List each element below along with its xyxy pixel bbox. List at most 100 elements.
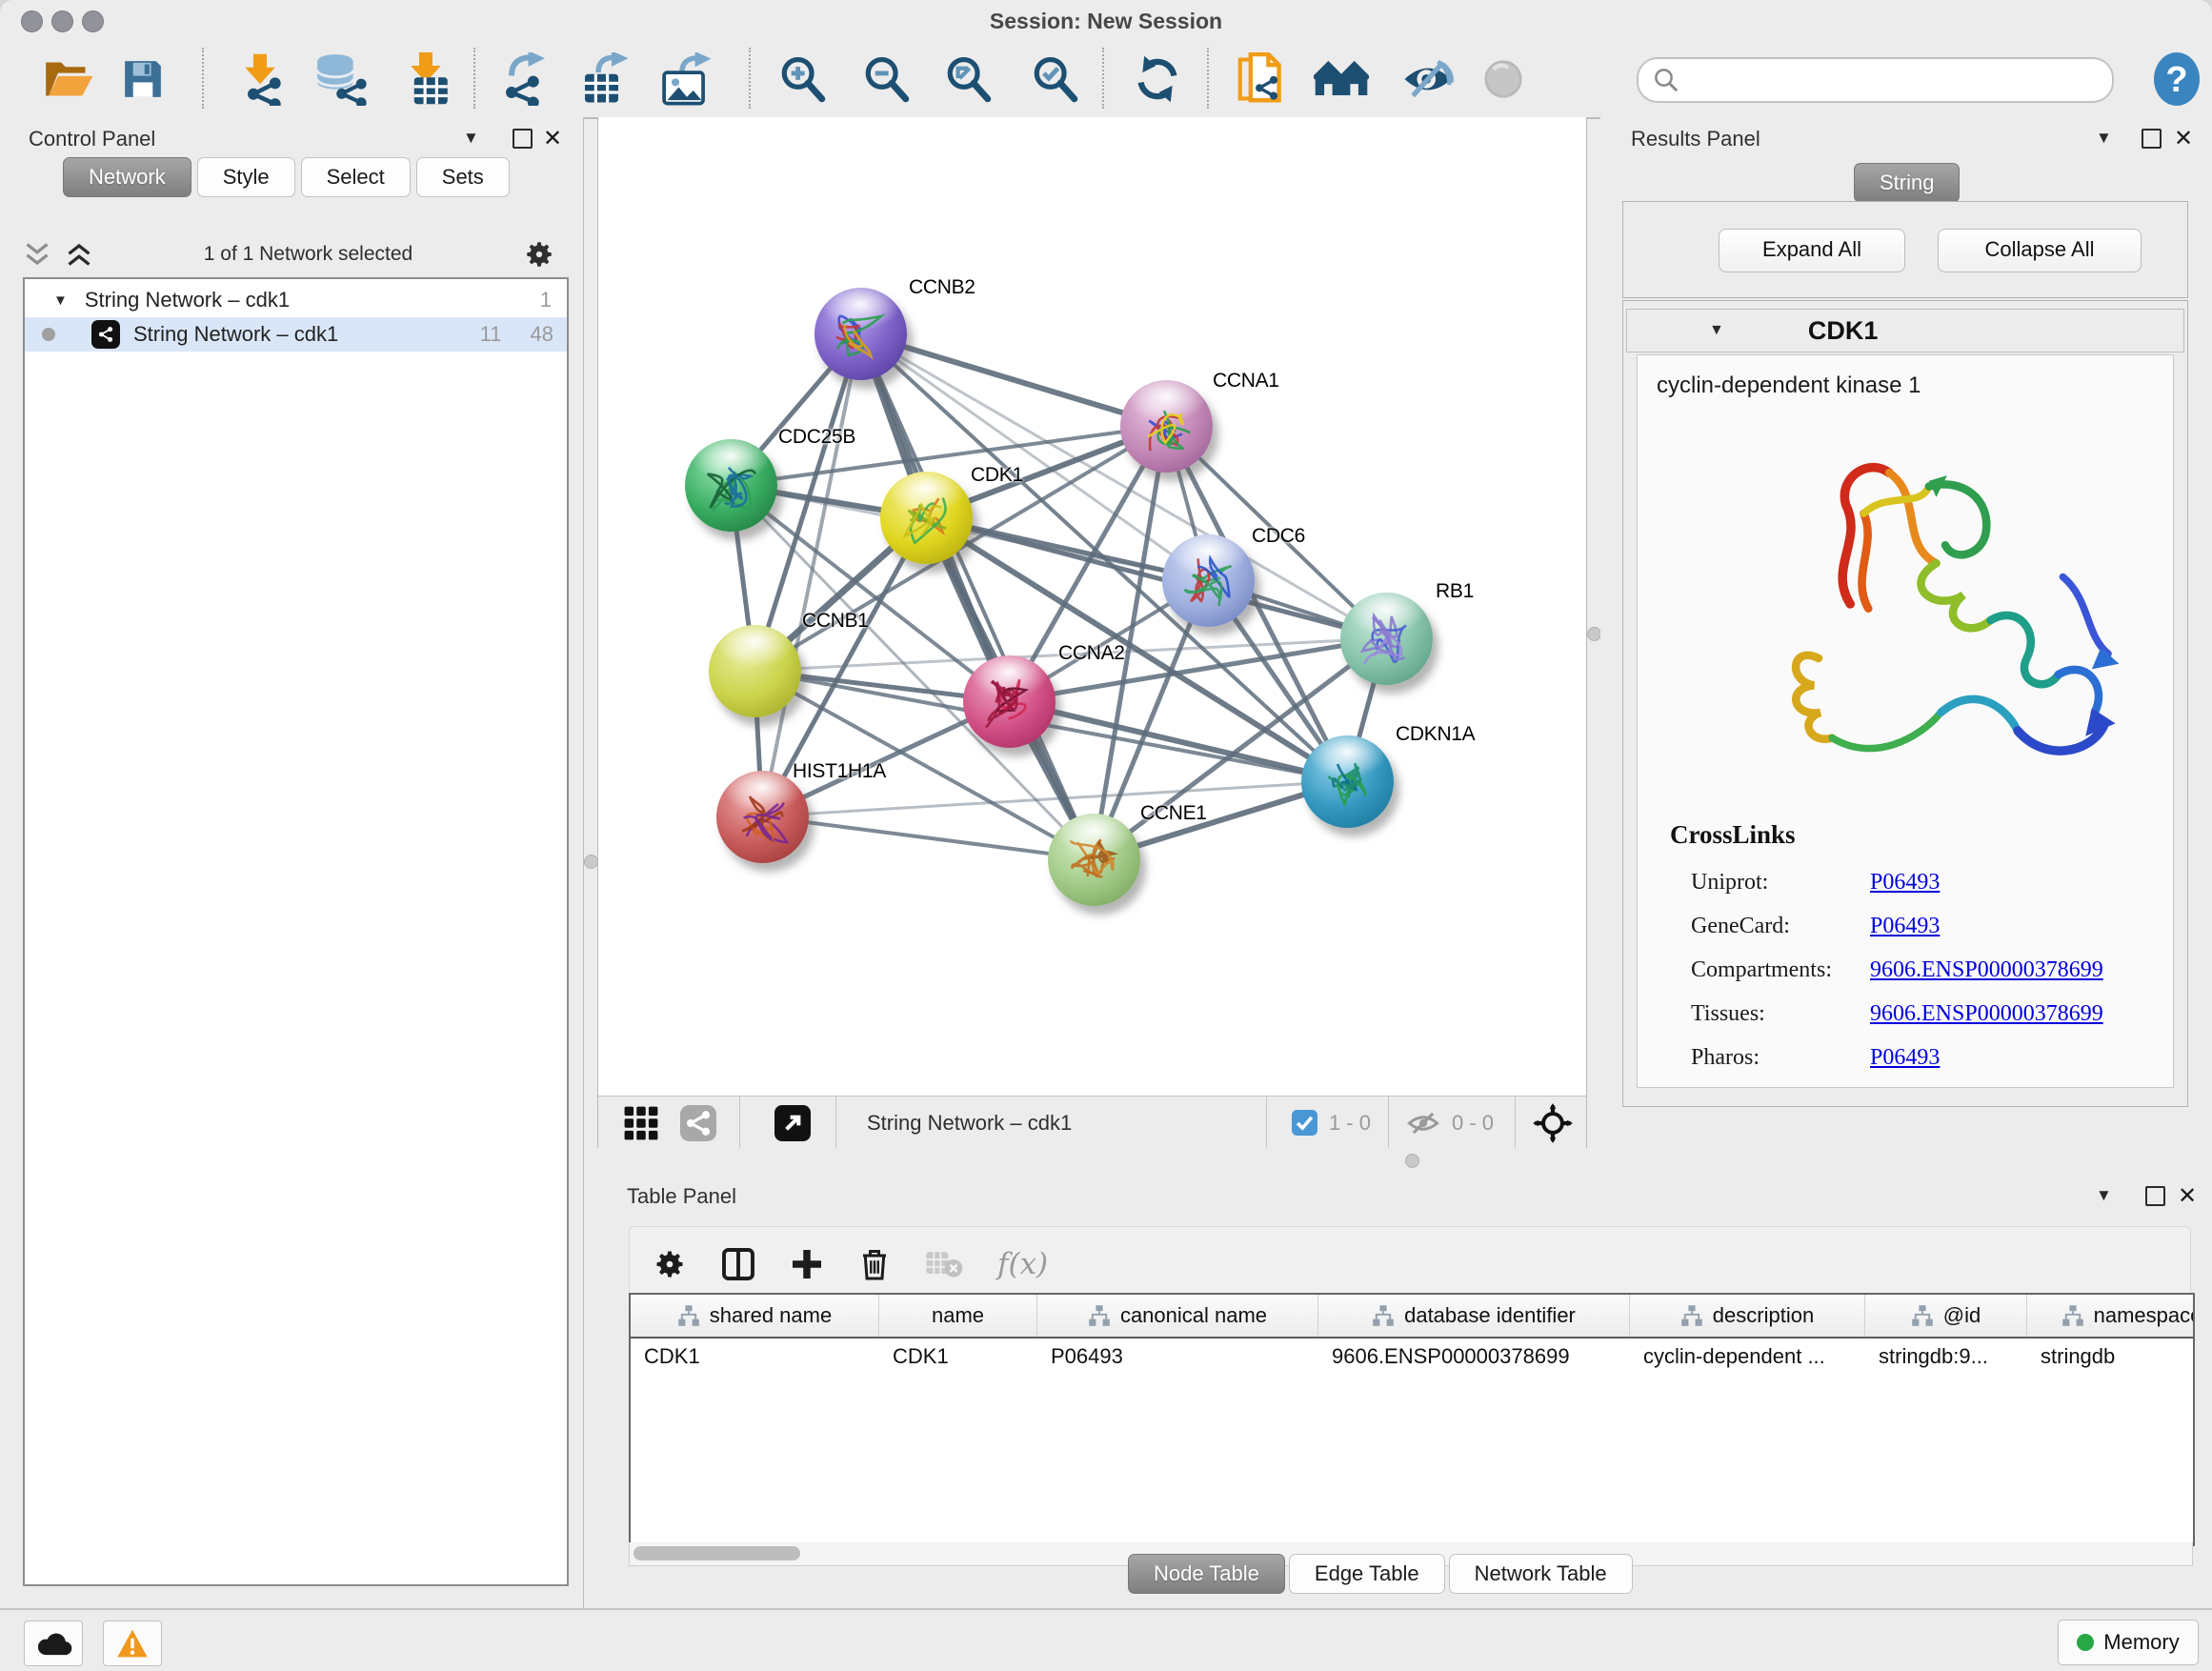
collapse-section-icon[interactable]: ▼ bbox=[1709, 322, 1724, 339]
column-header[interactable]: namespace bbox=[2027, 1295, 2195, 1337]
hide-eye-icon[interactable] bbox=[1398, 50, 1458, 109]
delete-column-icon[interactable] bbox=[858, 1247, 891, 1281]
gear-icon[interactable] bbox=[523, 238, 555, 271]
table-cell[interactable]: stringdb bbox=[2027, 1344, 2195, 1369]
network-node[interactable] bbox=[685, 439, 777, 532]
collapse-all-icon[interactable] bbox=[23, 240, 51, 269]
zoom-selected-icon[interactable] bbox=[1025, 50, 1084, 109]
left-splitter-handle[interactable] bbox=[584, 855, 598, 869]
network-node[interactable] bbox=[709, 625, 801, 717]
string-share-icon[interactable] bbox=[680, 1105, 716, 1141]
column-header[interactable]: shared name bbox=[631, 1295, 879, 1337]
gene-section-header[interactable]: ▼ CDK1 bbox=[1626, 309, 2184, 352]
network-edge[interactable] bbox=[860, 333, 1166, 426]
table-settings-gear-icon[interactable] bbox=[653, 1247, 687, 1281]
panel-float-icon[interactable] bbox=[2142, 129, 2162, 149]
export-table-icon[interactable] bbox=[575, 50, 634, 109]
network-node[interactable] bbox=[880, 472, 973, 564]
open-in-window-icon[interactable] bbox=[774, 1105, 811, 1141]
column-header[interactable]: canonical name bbox=[1037, 1295, 1318, 1337]
scrollbar-thumb[interactable] bbox=[633, 1546, 800, 1560]
panel-menu-icon[interactable]: ▼ bbox=[463, 129, 479, 148]
collapse-all-button[interactable]: Collapse All bbox=[1938, 229, 2142, 272]
add-column-icon[interactable] bbox=[790, 1247, 824, 1281]
hidden-eye-icon[interactable] bbox=[1406, 1109, 1440, 1137]
tab-node-table[interactable]: Node Table bbox=[1128, 1554, 1285, 1594]
tab-sets[interactable]: Sets bbox=[416, 157, 510, 197]
panel-close-icon[interactable]: ✕ bbox=[2178, 1182, 2197, 1210]
panel-menu-icon[interactable]: ▼ bbox=[2096, 129, 2112, 148]
network-node[interactable] bbox=[814, 288, 907, 380]
save-session-icon[interactable] bbox=[113, 50, 172, 109]
table-cell[interactable]: CDK1 bbox=[631, 1344, 879, 1369]
network-edge[interactable] bbox=[762, 816, 1094, 859]
export-image-icon[interactable] bbox=[657, 50, 716, 109]
memory-button[interactable]: Memory bbox=[2058, 1620, 2199, 1665]
update-view-icon[interactable] bbox=[1128, 50, 1187, 109]
import-network-database-icon[interactable] bbox=[311, 50, 370, 109]
column-header[interactable]: name bbox=[879, 1295, 1037, 1337]
column-header[interactable]: description bbox=[1630, 1295, 1865, 1337]
horizontal-splitter[interactable] bbox=[591, 1148, 2212, 1178]
panel-menu-icon[interactable]: ▼ bbox=[2096, 1186, 2112, 1205]
network-row-selected[interactable]: String Network – cdk1 11 48 bbox=[25, 317, 567, 352]
network-edge[interactable] bbox=[1009, 701, 1347, 781]
houses-icon[interactable] bbox=[1312, 50, 1371, 109]
panel-float-icon[interactable] bbox=[2145, 1186, 2165, 1206]
column-header[interactable]: database identifier bbox=[1318, 1295, 1630, 1337]
clone-network-icon[interactable] bbox=[1232, 50, 1291, 109]
help-button[interactable]: ? bbox=[2153, 51, 2201, 107]
network-node[interactable] bbox=[1301, 735, 1394, 828]
expand-all-button[interactable]: Expand All bbox=[1719, 229, 1905, 272]
tab-select[interactable]: Select bbox=[301, 157, 411, 197]
crosslink-value-link[interactable]: P06493 bbox=[1870, 1045, 1940, 1071]
panel-close-icon[interactable]: ✕ bbox=[543, 125, 562, 152]
table-row[interactable]: CDK1CDK1P064939606.ENSP00000378699cyclin… bbox=[631, 1339, 2193, 1375]
panel-float-icon[interactable] bbox=[513, 129, 533, 149]
zoom-in-icon[interactable] bbox=[773, 50, 832, 109]
zoom-fit-icon[interactable] bbox=[938, 50, 997, 109]
column-header[interactable]: @id bbox=[1865, 1295, 2027, 1337]
tab-string[interactable]: String bbox=[1854, 163, 1960, 203]
crosslink-value-link[interactable]: 9606.ENSP00000378699 bbox=[1870, 957, 2103, 983]
network-node[interactable] bbox=[716, 771, 809, 863]
fit-selected-crosshair-icon[interactable] bbox=[1533, 1103, 1573, 1143]
network-edge[interactable] bbox=[926, 517, 1386, 638]
crosslink-value-link[interactable]: 9606.ENSP00000378699 bbox=[1870, 1001, 2103, 1027]
panel-close-icon[interactable]: ✕ bbox=[2174, 125, 2193, 152]
crosslink-value-link[interactable]: P06493 bbox=[1870, 870, 1940, 896]
export-network-icon[interactable] bbox=[495, 50, 554, 109]
tab-edge-table[interactable]: Edge Table bbox=[1289, 1554, 1445, 1594]
network-node[interactable] bbox=[1048, 814, 1140, 906]
tab-style[interactable]: Style bbox=[197, 157, 295, 197]
horizontal-splitter-handle[interactable] bbox=[1405, 1154, 1419, 1168]
tab-network-table[interactable]: Network Table bbox=[1449, 1554, 1633, 1594]
import-network-file-icon[interactable] bbox=[231, 50, 290, 109]
network-node[interactable] bbox=[1340, 593, 1433, 685]
show-eye-icon[interactable] bbox=[1474, 50, 1533, 109]
network-node[interactable] bbox=[963, 655, 1056, 748]
expand-all-icon[interactable] bbox=[65, 240, 93, 269]
table-cell[interactable]: 9606.ENSP00000378699 bbox=[1318, 1344, 1630, 1369]
network-edge[interactable] bbox=[860, 333, 1094, 859]
right-splitter-handle[interactable] bbox=[1587, 627, 1601, 641]
selected-checkbox-icon[interactable] bbox=[1292, 1110, 1317, 1136]
network-node[interactable] bbox=[1120, 380, 1213, 473]
warning-button[interactable] bbox=[103, 1621, 162, 1666]
network-collection-row[interactable]: ▼ String Network – cdk1 1 bbox=[25, 283, 567, 317]
cloud-button[interactable] bbox=[24, 1621, 83, 1666]
table-cell[interactable]: CDK1 bbox=[879, 1344, 1037, 1369]
tree-expander-icon[interactable]: ▼ bbox=[53, 292, 68, 309]
search-input[interactable] bbox=[1688, 69, 2112, 92]
import-table-file-icon[interactable] bbox=[396, 50, 455, 109]
network-canvas[interactable]: CCNB2CCNA1CDC25BCDK1CDC6RB1CCNB1CCNA2CDK… bbox=[598, 121, 1585, 1096]
table-cell[interactable]: cyclin-dependent ... bbox=[1630, 1344, 1865, 1369]
open-file-icon[interactable] bbox=[39, 50, 98, 109]
crosslink-value-link[interactable]: P06493 bbox=[1870, 914, 1940, 939]
table-cell[interactable]: stringdb:9... bbox=[1865, 1344, 2027, 1369]
network-node[interactable] bbox=[1162, 534, 1255, 627]
zoom-out-icon[interactable] bbox=[856, 50, 915, 109]
birdseye-grid-icon[interactable] bbox=[623, 1105, 659, 1141]
show-columns-icon[interactable] bbox=[721, 1247, 755, 1281]
tab-network[interactable]: Network bbox=[63, 157, 191, 197]
